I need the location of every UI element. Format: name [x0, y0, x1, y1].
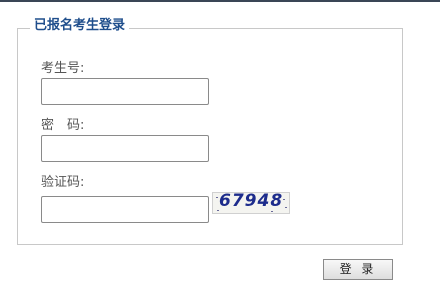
captcha-image[interactable]: 67948 [212, 192, 290, 214]
captcha-noise-dot [216, 197, 218, 198]
exam-number-label: 考生号: [41, 61, 85, 76]
captcha-text: 67948 [219, 192, 284, 211]
captcha-noise-dot [271, 211, 273, 212]
exam-number-input[interactable] [41, 78, 209, 105]
top-divider [0, 0, 440, 2]
login-button[interactable]: 登 录 [323, 259, 393, 280]
form-legend: 已报名考生登录 [30, 18, 130, 34]
password-label: 密 码: [41, 118, 85, 133]
captcha-noise-dot [283, 199, 285, 200]
password-input[interactable] [41, 135, 209, 162]
captcha-noise-dot [285, 207, 287, 208]
captcha-input[interactable] [41, 196, 209, 223]
captcha-label: 验证码: [41, 175, 85, 190]
